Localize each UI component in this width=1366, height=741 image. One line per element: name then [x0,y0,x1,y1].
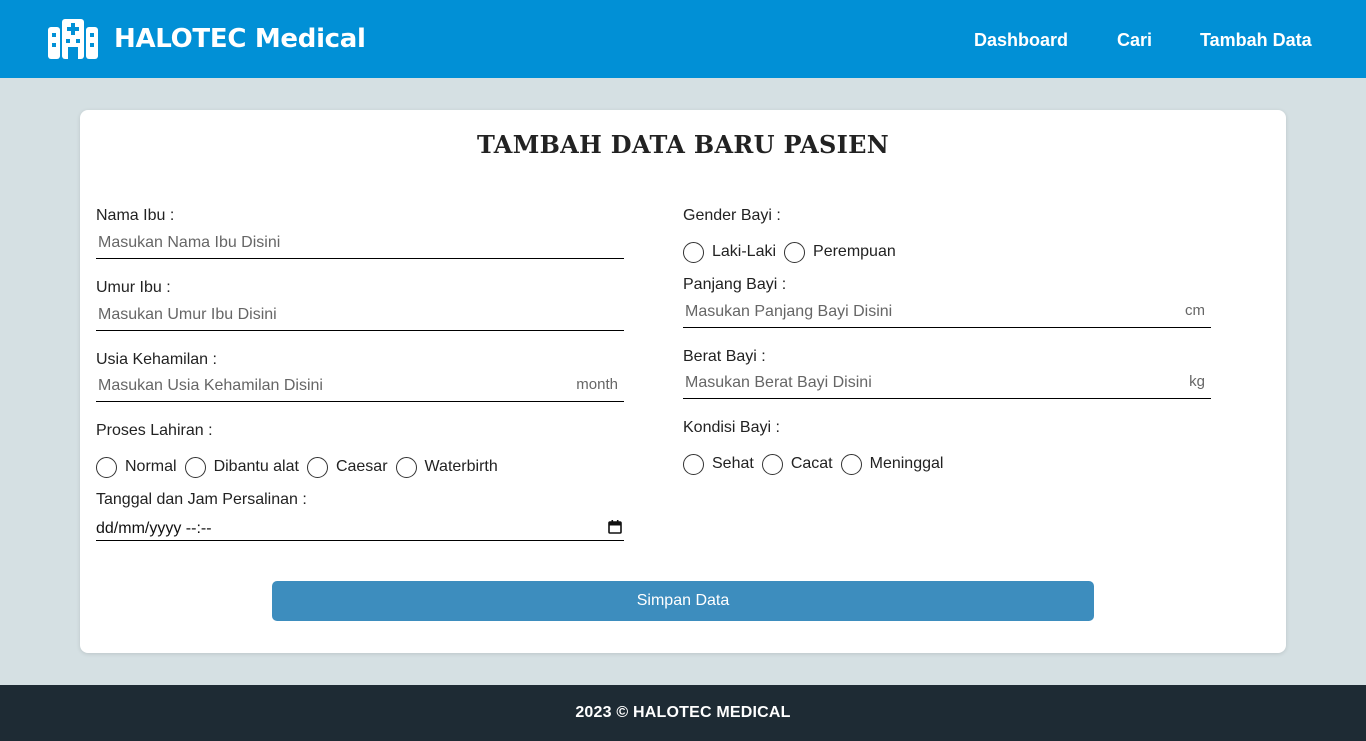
panjang-bayi-label: Panjang Bayi : [683,276,787,293]
radio-cacat[interactable]: Cacat [761,453,833,475]
calendar-icon[interactable] [608,520,622,534]
radio-circle[interactable] [306,456,328,478]
gender-bayi-label: Gender Bayi : [683,207,781,224]
radio-normal[interactable]: Normal [96,456,177,478]
berat-bayi-input[interactable] [683,367,1211,398]
radio-waterbirth[interactable]: Waterbirth [395,456,498,478]
usia-kehamilan-input[interactable] [96,370,624,401]
brand[interactable]: HALOTEC Medical [48,19,366,59]
tanggal-value: dd/mm/yyyy --:-- [96,520,212,537]
radio-meninggal[interactable]: Meninggal [840,453,944,475]
nav-tambah-data[interactable]: Tambah Data [1200,30,1312,51]
radio-circle[interactable] [683,241,704,263]
radio-circle[interactable] [96,456,117,478]
radio-label: Cacat [790,455,833,472]
berat-bayi-unit: kg [1189,373,1205,390]
panjang-bayi-field: cm [683,296,1211,328]
gender-bayi-options: Laki-Laki Perempuan [683,240,904,264]
brand-name: HALOTEC Medical [114,24,366,54]
panjang-bayi-input[interactable] [683,296,1211,327]
radio-laki-laki[interactable]: Laki-Laki [683,241,777,263]
radio-circle[interactable] [184,456,206,478]
radio-dibantu-alat[interactable]: Dibantu alat [184,456,299,478]
umur-ibu-input[interactable] [96,299,624,330]
radio-sehat[interactable]: Sehat [683,453,754,475]
nama-ibu-field [96,227,624,259]
nama-ibu-input[interactable] [96,227,624,258]
radio-label: Laki-Laki [712,243,777,260]
kondisi-bayi-label: Kondisi Bayi : [683,419,780,436]
radio-label: Sehat [712,455,754,472]
radio-label: Perempuan [813,243,896,260]
radio-circle[interactable] [840,453,862,475]
berat-bayi-field: kg [683,367,1211,399]
proses-lahiran-label: Proses Lahiran : [96,422,213,439]
radio-label: Caesar [335,458,388,475]
umur-ibu-label: Umur Ibu : [96,279,171,296]
nav-dashboard[interactable]: Dashboard [974,30,1068,51]
radio-caesar[interactable]: Caesar [306,456,388,478]
usia-kehamilan-unit: month [576,376,618,393]
radio-label: Waterbirth [424,458,498,475]
berat-bayi-label: Berat Bayi : [683,348,766,365]
radio-circle[interactable] [395,456,417,478]
navbar: HALOTEC Medical Dashboard Cari Tambah Da… [0,0,1366,78]
umur-ibu-field [96,299,624,331]
radio-perempuan[interactable]: Perempuan [784,241,896,263]
nav-cari[interactable]: Cari [1117,30,1152,51]
nama-ibu-label: Nama Ibu : [96,207,175,224]
save-button[interactable]: Simpan Data [272,581,1094,621]
radio-label: Dibantu alat [213,458,299,475]
hospital-icon [48,19,98,59]
radio-circle[interactable] [683,453,704,475]
radio-circle[interactable] [761,453,783,475]
kondisi-bayi-options: Sehat Cacat Meninggal [683,452,951,476]
proses-lahiran-options: Normal Dibantu alat Caesar Waterbirth [96,455,506,479]
usia-kehamilan-field: month [96,370,624,402]
tanggal-input[interactable]: dd/mm/yyyy --:-- [96,515,624,541]
radio-label: Meninggal [869,455,944,472]
radio-circle[interactable] [784,241,806,263]
footer: 2023 © HALOTEC MEDICAL [0,685,1366,741]
form-title: TAMBAH DATA BARU PASIEN [476,130,890,159]
tanggal-label: Tanggal dan Jam Persalinan : [96,491,307,508]
radio-label: Normal [125,458,177,475]
panjang-bayi-unit: cm [1185,302,1205,319]
usia-kehamilan-label: Usia Kehamilan : [96,351,217,368]
